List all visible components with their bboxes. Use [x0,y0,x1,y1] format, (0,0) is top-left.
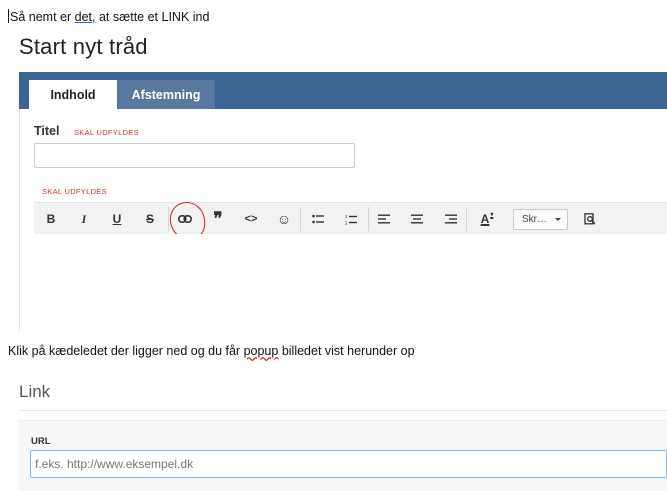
tab-poll[interactable]: Afstemning [117,80,215,109]
bullet-list-button[interactable] [305,203,331,235]
numbered-list-button[interactable]: 12 [338,203,364,235]
underline-icon: U [112,212,122,226]
strikethrough-icon: S [145,212,154,226]
doc-text-segment: Så nemt er [10,10,75,24]
code-icon: <> [244,213,258,225]
tab-content[interactable]: Indhold [29,80,117,109]
emoji-button[interactable]: ☺ [271,203,297,235]
align-center-icon [411,214,423,224]
align-right-icon [445,214,457,224]
format-select[interactable]: Skr… [513,209,568,230]
preview-icon [584,213,596,225]
divider [19,410,667,411]
font-color-button[interactable]: A ▾ [474,203,500,235]
doc-instruction-line-1: Så nemt er det, at sætte et LINK ind [8,9,209,24]
bold-button[interactable]: B [38,203,64,235]
doc-text-segment: Klik på kædeledet der ligger ned og du f… [8,344,244,358]
title-label: Titel [34,124,60,138]
chevron-down-icon [555,218,561,221]
doc-text-spelling-flag: popup [243,344,279,358]
quote-icon: ❞ [213,209,223,228]
quote-button[interactable]: ❞ [205,203,231,235]
align-left-icon [378,214,390,224]
editor-toolbar: B I U S ❞ <> ☺ 12 A ▾ Skr… [34,202,667,234]
align-right-button[interactable] [438,203,464,235]
page-title: Start nyt tråd [19,34,148,59]
doc-text-segment: at sætte et LINK ind [95,10,210,24]
font-color-icon: A [480,212,490,226]
format-select-value: Skr… [522,214,547,225]
title-input[interactable] [34,143,355,168]
strikethrough-button[interactable]: S [137,203,163,235]
bold-icon: B [46,212,56,226]
italic-button[interactable]: I [71,203,97,235]
preview-button[interactable] [577,203,603,235]
text-cursor [8,9,9,23]
code-button[interactable]: <> [238,203,264,235]
emoji-icon: ☺ [276,211,292,227]
doc-text-grammar-flag: det, [74,10,96,24]
url-input[interactable] [30,450,667,478]
tab-bar: Indhold Afstemning [19,72,667,109]
italic-icon: I [81,211,87,226]
doc-instruction-line-2: Klik på kædeledet der ligger ned og du f… [8,344,415,358]
doc-text-segment: billedet vist herunder op [278,344,415,358]
url-label: URL [31,436,51,447]
required-badge-content: SKAL UDFYLDES [42,187,107,196]
chevron-down-icon: ▾ [490,211,494,218]
required-badge-title: SKAL UDFYLDES [74,128,139,137]
align-left-button[interactable] [371,203,397,235]
link-dialog-title: Link [19,382,51,401]
underline-button[interactable]: U [104,203,130,235]
svg-text:1: 1 [345,214,348,219]
numbered-list-icon: 12 [345,214,357,225]
toolbar-separator [466,207,467,231]
toolbar-separator [300,207,301,231]
toolbar-separator [368,207,369,231]
editor-content-area[interactable] [34,234,667,331]
svg-text:2: 2 [345,220,348,225]
bullet-list-icon [312,214,324,224]
align-center-button[interactable] [404,203,430,235]
